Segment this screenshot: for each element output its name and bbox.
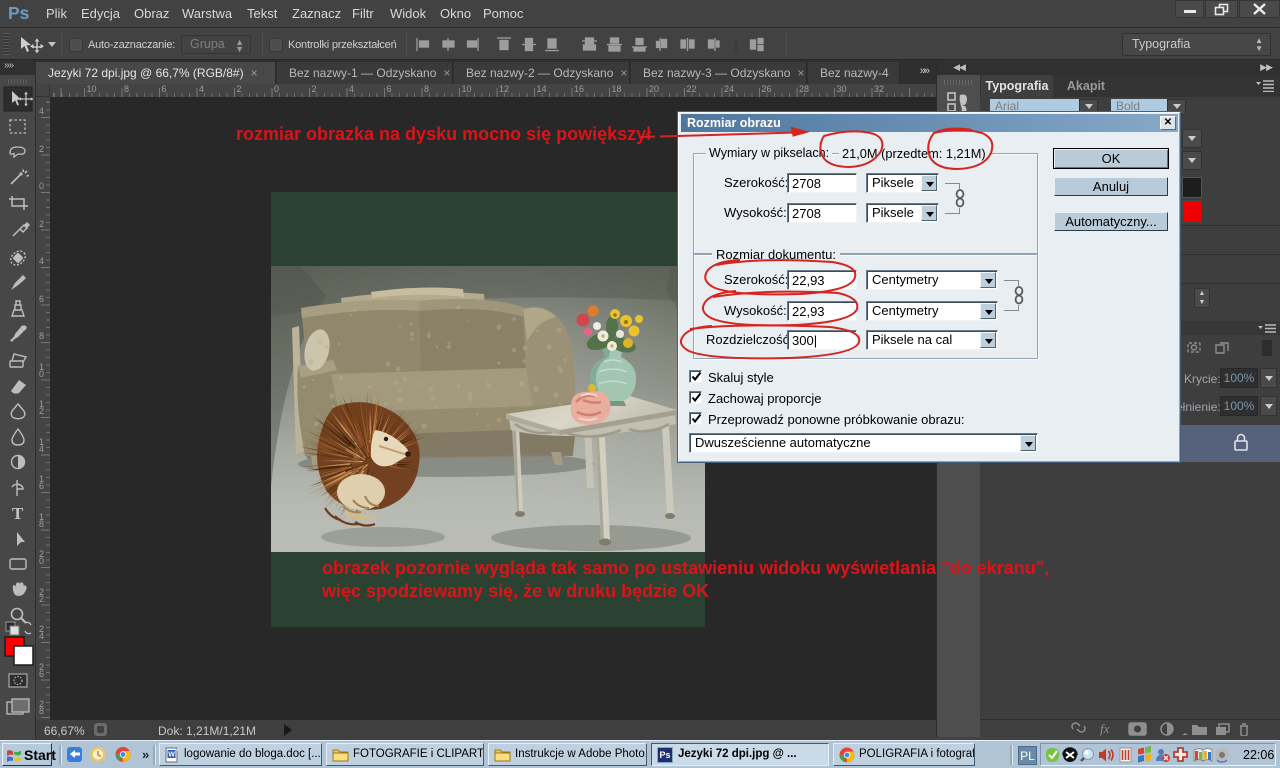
svg-text:T: T — [12, 504, 24, 523]
svg-text:»: » — [142, 747, 149, 762]
svg-text:fx: fx — [1100, 721, 1110, 736]
svg-text:W: W — [168, 752, 175, 759]
